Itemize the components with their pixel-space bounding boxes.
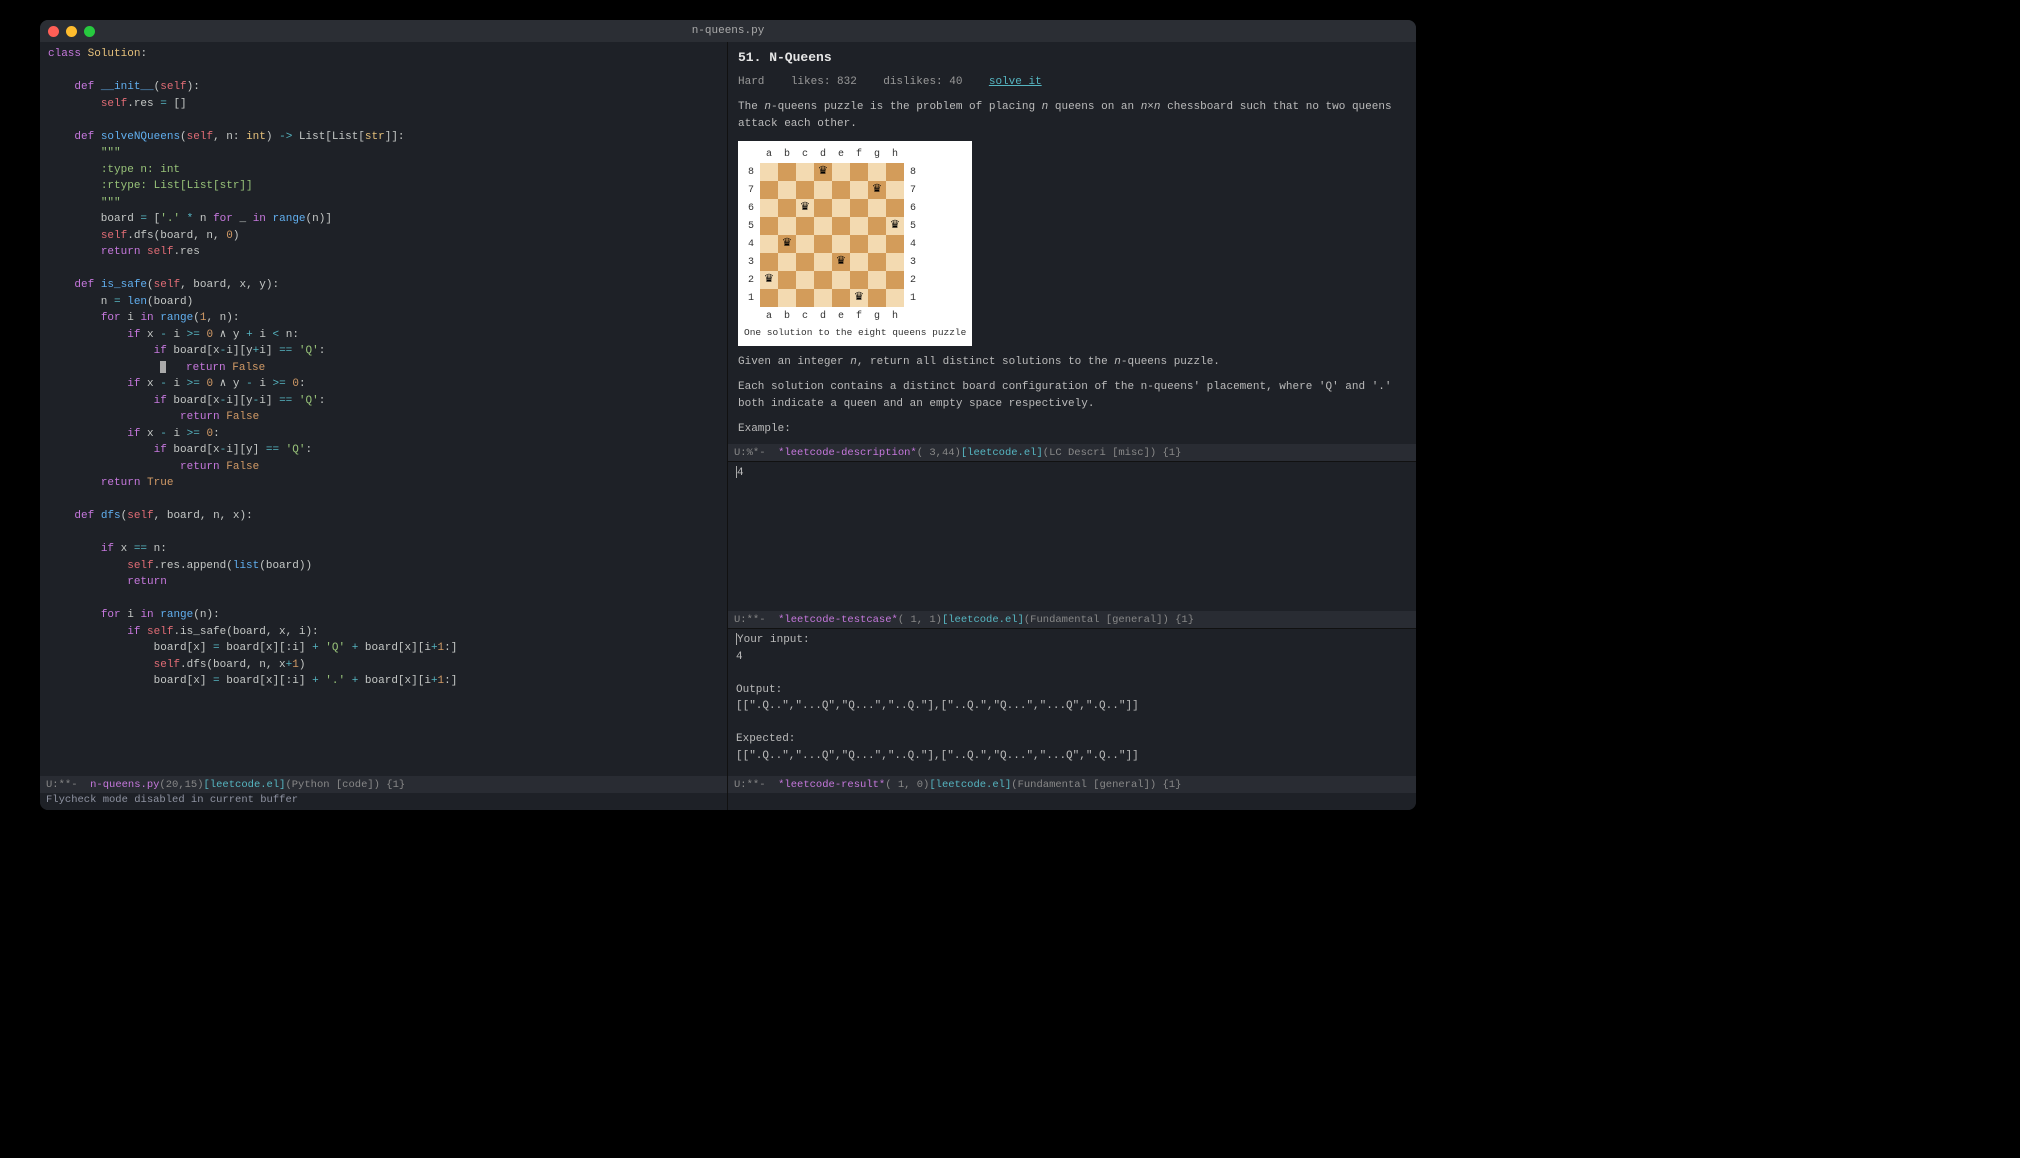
your-input-val: 4 (736, 651, 743, 663)
testcase-pane[interactable]: 4 (728, 461, 1416, 611)
titlebar[interactable]: n-queens.py (40, 20, 1416, 42)
problem-p1: The n-queens puzzle is the problem of pl… (738, 99, 1406, 133)
output-val: [[".Q..","...Q","Q...","..Q."],["..Q.","… (736, 700, 1139, 712)
desc-modeline: U:%*- *leetcode-description* ( 3,44) [le… (728, 444, 1416, 461)
difficulty: Hard (738, 76, 764, 88)
expected-val: [[".Q..","...Q","Q...","..Q."],["..Q.","… (736, 750, 1139, 762)
window-title: n-queens.py (40, 25, 1416, 37)
solve-link[interactable]: solve it (989, 76, 1042, 88)
result-pane[interactable]: Your input: 4 Output: [[".Q..","...Q","Q… (728, 628, 1416, 776)
chess-diagram: abcdefgh8♛87♛76♛65♛54♛43♛32♛21♛1abcdefgh… (738, 141, 972, 346)
problem-p3: Each solution contains a distinct board … (738, 379, 1406, 413)
likes: likes: 832 (791, 76, 857, 88)
testcase-modeline: U:**- *leetcode-testcase* ( 1, 1) [leetc… (728, 611, 1416, 628)
left-modeline: U:**- n-queens.py (20,15) [leetcode.el] … (40, 776, 727, 793)
modeline-prefix: U:**- (46, 779, 90, 791)
modeline-pos: (20,15) (159, 779, 203, 791)
example-label: Example: (738, 421, 1406, 438)
problem-p2: Given an integer n, return all distinct … (738, 354, 1406, 371)
modeline-mode: (Python [code]) {1} (285, 779, 405, 791)
editor-window: n-queens.py class Solution: def __init__… (40, 20, 1416, 810)
modeline-project: [leetcode.el] (204, 779, 286, 791)
right-minibuffer[interactable] (728, 793, 1416, 810)
problem-title: 51. N-Queens (738, 48, 1406, 68)
split-panes: class Solution: def __init__(self): self… (40, 42, 1416, 810)
output-label: Output: (736, 684, 782, 696)
chess-caption: One solution to the eight queens puzzle (742, 325, 968, 342)
result-modeline: U:**- *leetcode-result* ( 1, 0) [leetcod… (728, 776, 1416, 793)
dislikes: dislikes: 40 (883, 76, 962, 88)
code-pane: class Solution: def __init__(self): self… (40, 42, 728, 810)
minibuffer[interactable]: Flycheck mode disabled in current buffer (40, 793, 727, 810)
text-cursor (160, 361, 166, 373)
modeline-buffer: n-queens.py (90, 779, 159, 791)
description-pane[interactable]: 51. N-Queens Hard likes: 832 dislikes: 4… (728, 42, 1416, 444)
expected-label: Expected: (736, 733, 795, 745)
testcase-input: 4 (737, 467, 744, 479)
your-input-label: Your input: (737, 634, 810, 646)
problem-meta: Hard likes: 832 dislikes: 40 solve it (738, 74, 1406, 91)
code-editor[interactable]: class Solution: def __init__(self): self… (40, 42, 727, 776)
right-column: 51. N-Queens Hard likes: 832 dislikes: 4… (728, 42, 1416, 810)
